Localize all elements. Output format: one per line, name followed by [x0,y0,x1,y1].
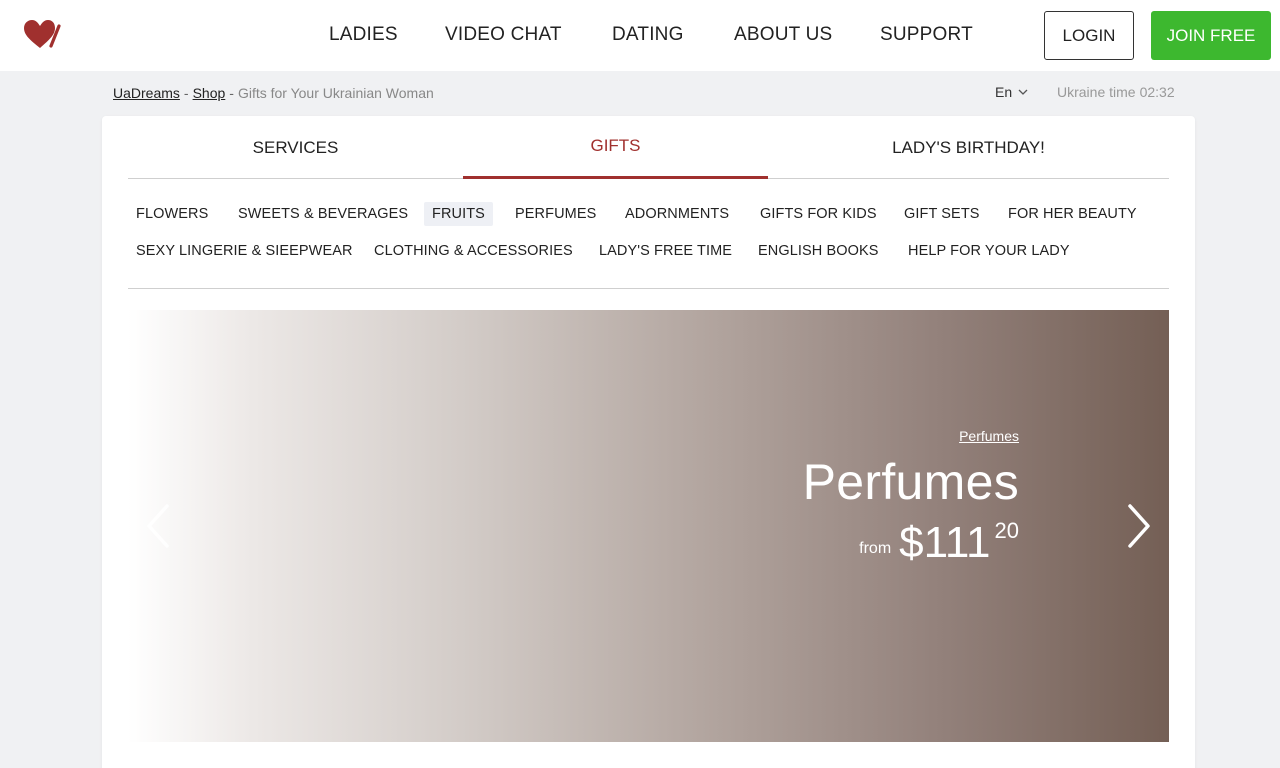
category-divider [128,288,1169,289]
nav-video-chat[interactable]: VIDEO CHAT [445,24,562,46]
shop-card: SERVICES GIFTS LADY'S BIRTHDAY! FLOWERS … [102,116,1195,768]
tab-gifts[interactable]: GIFTS [463,116,768,179]
time-label: Ukraine time [1057,84,1136,100]
banner-prev-button[interactable] [128,310,188,742]
shop-tabs: SERVICES GIFTS LADY'S BIRTHDAY! [128,116,1169,179]
category-for-her-beauty[interactable]: FOR HER BEAUTY [1000,202,1145,226]
breadcrumb-current: Gifts for Your Ukrainian Woman [237,85,434,101]
banner-category-link[interactable]: Perfumes [959,428,1019,444]
breadcrumb: UaDreams - Shop - Gifts for Your Ukrainian W… [113,85,434,101]
category-gifts-for-kids[interactable]: GIFTS FOR KIDS [752,202,885,226]
nav-dating[interactable]: DATING [612,24,684,46]
heart-logo-icon[interactable] [22,18,62,52]
tab-services[interactable]: SERVICES [128,116,463,179]
category-help-for-your-lady[interactable]: HELP FOR YOUR LADY [900,239,1078,263]
chevron-down-icon [1018,89,1028,95]
site-header: LADIES VIDEO CHAT DATING ABOUT US SUPPOR… [0,0,1280,71]
price-cents: 20 [994,518,1019,543]
language-selector[interactable]: En [995,84,1028,100]
category-lingerie-sleepwear[interactable]: SEXY LINGERIE & SIEEPWEAR [128,239,361,263]
login-button[interactable]: LOGIN [1044,11,1134,60]
breadcrumb-shop-link[interactable]: Shop [193,85,226,101]
category-ladys-free-time[interactable]: LADY'S FREE TIME [591,239,740,263]
category-flowers[interactable]: FLOWERS [128,202,216,226]
breadcrumb-home-link[interactable]: UaDreams [113,85,180,101]
nav-support[interactable]: SUPPORT [880,24,973,46]
chevron-left-icon [147,504,169,548]
banner-title: Perfumes [802,454,1019,510]
ukraine-time: Ukraine time 02:32 [1057,84,1175,100]
language-label: En [995,84,1013,100]
category-clothing-accessories[interactable]: CLOTHING & ACCESSORIES [366,239,581,263]
price-whole: $111 [899,518,991,567]
category-fruits[interactable]: FRUITS [424,202,493,226]
breadcrumb-separator: - [229,85,234,101]
promo-banner: Perfumes Perfumes from $111 20 [128,310,1169,742]
category-adornments[interactable]: ADORNMENTS [617,202,737,226]
chevron-right-icon [1128,504,1150,548]
banner-price: from $111 20 [803,518,1019,567]
category-english-books[interactable]: ENGLISH BOOKS [750,239,887,263]
price-from-label: from [859,540,892,557]
banner-info: Perfumes Perfumes from $111 20 [803,428,1019,566]
nav-about-us[interactable]: ABOUT US [734,24,832,46]
tab-ladys-birthday[interactable]: LADY'S BIRTHDAY! [768,116,1169,179]
category-perfumes[interactable]: PERFUMES [507,202,604,226]
nav-ladies[interactable]: LADIES [329,24,398,46]
category-sweets-beverages[interactable]: SWEETS & BEVERAGES [230,202,416,226]
breadcrumb-separator: - [183,85,189,101]
category-gift-sets[interactable]: GIFT SETS [896,202,988,226]
banner-next-button[interactable] [1109,310,1169,742]
time-value: 02:32 [1139,84,1175,100]
join-free-button[interactable]: JOIN FREE [1151,11,1271,60]
